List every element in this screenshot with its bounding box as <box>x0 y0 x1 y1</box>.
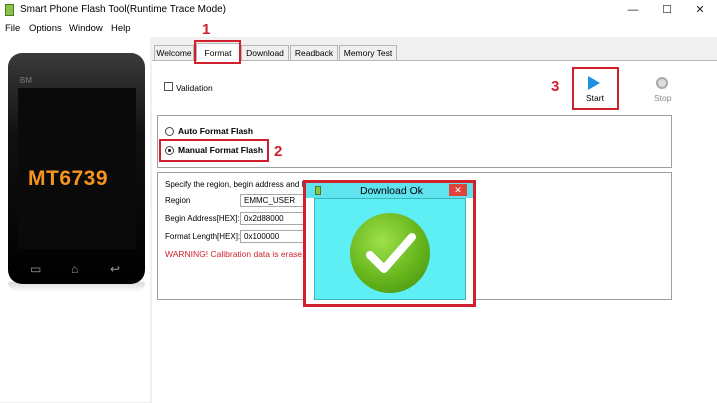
window-title: Smart Phone Flash Tool(Runtime Trace Mod… <box>20 4 227 15</box>
phone-menu-icon: ▭ <box>30 262 42 276</box>
highlight-format-tab <box>194 40 241 64</box>
stop-icon[interactable] <box>656 77 668 89</box>
region-label: Region <box>165 196 191 205</box>
highlight-start-button <box>572 67 619 110</box>
menu-options[interactable]: Options <box>29 23 62 34</box>
auto-format-radio[interactable] <box>165 127 174 136</box>
tab-welcome[interactable]: Welcome <box>154 45 194 60</box>
validation-label: Validation <box>176 83 213 93</box>
tab-memory-test[interactable]: Memory Test <box>339 45 397 60</box>
menu-help[interactable]: Help <box>111 23 131 34</box>
checkmark-icon <box>366 233 416 273</box>
auto-format-label[interactable]: Auto Format Flash <box>178 126 253 136</box>
calibration-warning: WARNING! Calibration data is erase <box>165 249 303 259</box>
app-icon <box>5 4 14 16</box>
highlight-manual-format <box>159 139 269 162</box>
phone-back-icon: ↩ <box>110 262 121 276</box>
annotation-step-1: 1 <box>202 21 211 38</box>
tab-readback[interactable]: Readback <box>290 45 338 60</box>
phone-model-label: MT6739 <box>28 167 109 190</box>
stop-button-label[interactable]: Stop <box>654 93 672 103</box>
begin-address-label: Begin Address[HEX]: <box>165 214 240 223</box>
validation-checkbox[interactable] <box>164 82 173 91</box>
region-select[interactable]: EMMC_USER <box>240 194 306 207</box>
minimize-button[interactable]: — <box>616 0 650 20</box>
annotation-step-3: 3 <box>551 78 560 95</box>
region-intro-text: Specify the region, begin address and le… <box>165 180 313 189</box>
annotation-step-2: 2 <box>274 143 283 160</box>
close-button[interactable]: ✕ <box>683 0 717 20</box>
menu-window[interactable]: Window <box>69 23 103 34</box>
menu-file[interactable]: File <box>5 23 20 34</box>
dialog-close-button[interactable]: ✕ <box>449 184 467 196</box>
tab-download[interactable]: Download <box>241 45 289 60</box>
phone-bm-label: BM <box>20 76 32 85</box>
maximize-button[interactable]: ☐ <box>650 0 684 20</box>
phone-home-icon: ⌂ <box>71 262 79 276</box>
format-length-input[interactable]: 0x100000 <box>240 230 306 243</box>
menu-bar <box>0 20 717 37</box>
format-length-label: Format Length[HEX]: <box>165 232 241 241</box>
popup-app-icon <box>315 186 321 195</box>
begin-address-input[interactable]: 0x2d88000 <box>240 212 306 225</box>
phone-reflection <box>8 282 145 292</box>
dialog-title: Download Ok <box>360 185 424 197</box>
